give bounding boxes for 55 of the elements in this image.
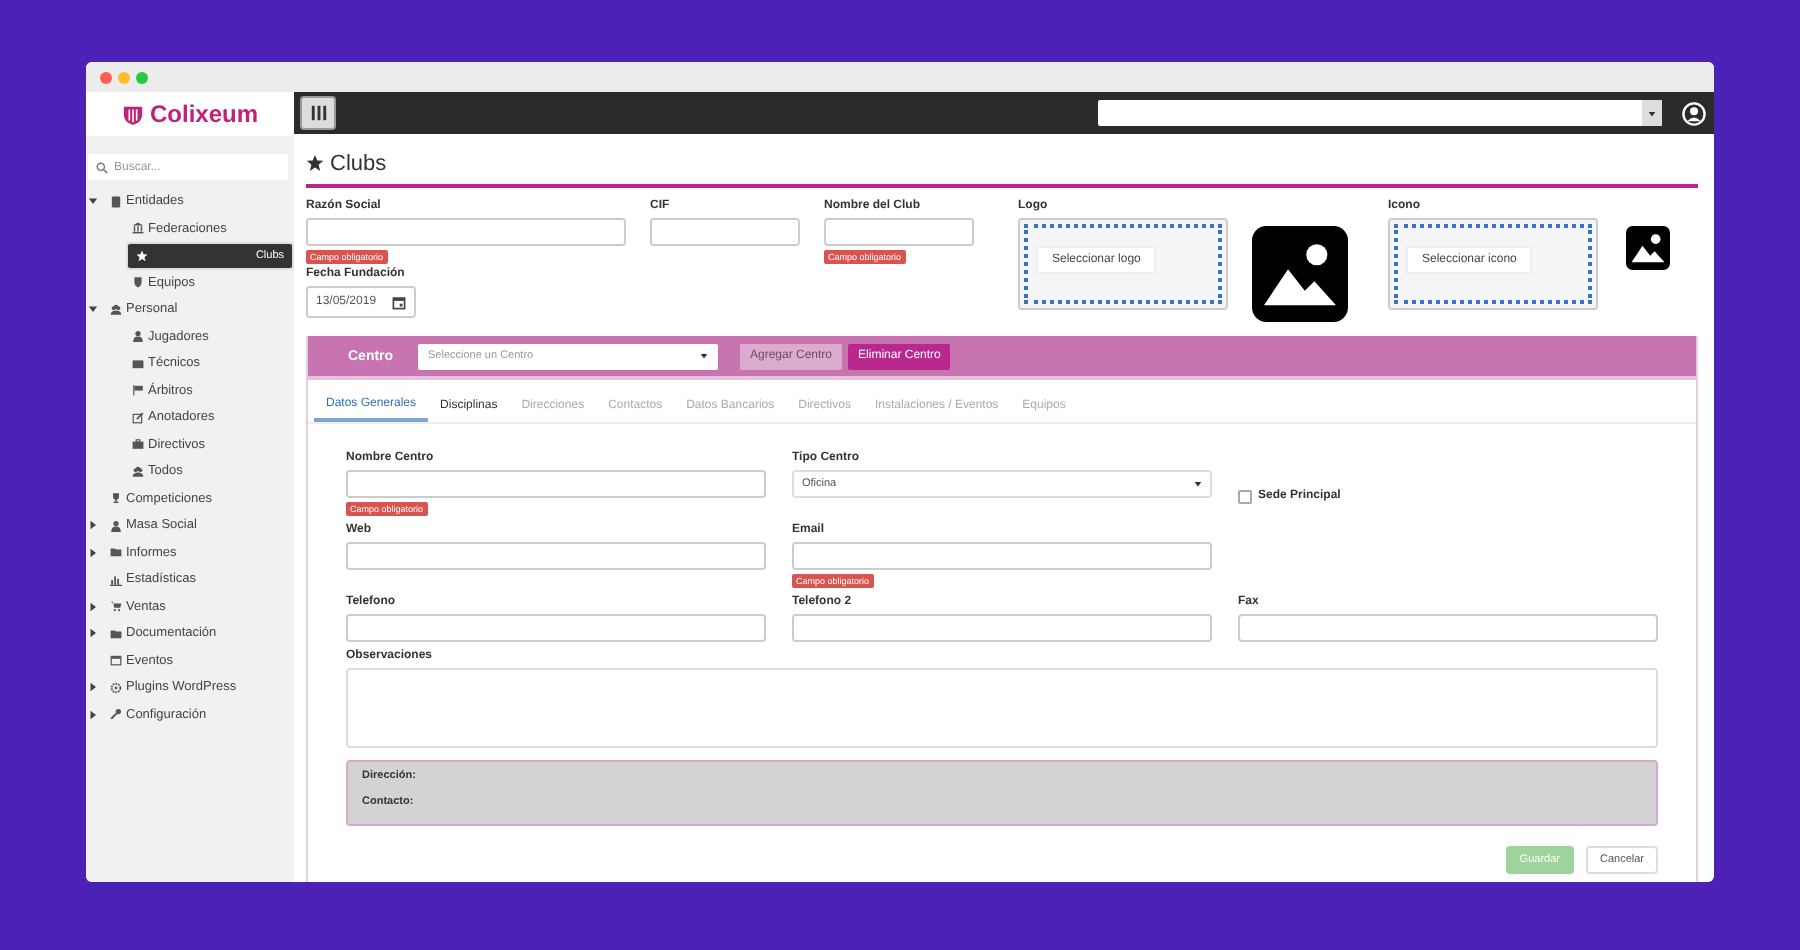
- close-dot[interactable]: [100, 71, 112, 83]
- user-icon: [110, 519, 122, 532]
- folder-icon: [110, 627, 122, 640]
- caret-icon[interactable]: [88, 682, 98, 693]
- zoom-dot[interactable]: [136, 71, 148, 83]
- caret-icon[interactable]: [88, 547, 98, 558]
- text-field[interactable]: [346, 614, 766, 642]
- menu-icon: [309, 104, 327, 122]
- text-field[interactable]: [306, 218, 626, 246]
- text-field[interactable]: [792, 542, 1212, 570]
- flag-icon: [132, 384, 144, 397]
- checkbox[interactable]: [1238, 489, 1252, 503]
- caret-icon[interactable]: [88, 709, 98, 720]
- menu-button[interactable]: [300, 96, 336, 130]
- briefcase-icon: [132, 438, 144, 451]
- wrench-icon: [110, 708, 122, 721]
- text-field[interactable]: [650, 218, 800, 246]
- text-field[interactable]: [792, 614, 1212, 642]
- users-icon: [110, 303, 122, 316]
- image-placeholder-icon: [1626, 226, 1670, 270]
- cart-icon: [110, 600, 122, 613]
- shield-icon: [132, 276, 144, 289]
- users-icon: [132, 465, 144, 478]
- dropdown-caret-icon: [700, 352, 708, 360]
- text-field[interactable]: [346, 470, 766, 498]
- bank-icon: [132, 222, 144, 235]
- caret-icon[interactable]: [88, 520, 98, 531]
- caret-icon[interactable]: [88, 601, 98, 612]
- star-icon: [136, 249, 148, 262]
- user-icon: [132, 330, 144, 343]
- minimize-dot[interactable]: [118, 71, 130, 83]
- brand-name: Colixeum: [149, 100, 258, 128]
- dropdown-caret-icon: [1642, 100, 1662, 126]
- image-placeholder-icon: [1252, 226, 1348, 322]
- gear-icon: [110, 681, 122, 694]
- page-title: Clubs: [330, 151, 387, 175]
- shield-logo-icon: [121, 103, 144, 125]
- dropdown-caret-icon: [1194, 480, 1202, 488]
- text-field[interactable]: [1238, 614, 1658, 642]
- bar-chart-icon: [110, 573, 122, 586]
- text-field[interactable]: [346, 542, 766, 570]
- calendar-icon: [392, 295, 407, 309]
- edit-icon: [132, 411, 144, 424]
- text-field[interactable]: [824, 218, 974, 246]
- trophy-icon: [110, 492, 122, 505]
- select-field[interactable]: [1098, 100, 1662, 126]
- star-icon: [306, 154, 324, 172]
- textarea-field[interactable]: [346, 668, 1658, 748]
- calendar-icon: [110, 654, 122, 667]
- caret-icon[interactable]: [88, 304, 98, 315]
- caret-icon[interactable]: [88, 196, 98, 207]
- search-icon: [96, 161, 108, 173]
- user-avatar-icon[interactable]: [1682, 101, 1706, 125]
- caret-icon[interactable]: [88, 628, 98, 639]
- folder-icon: [110, 546, 122, 559]
